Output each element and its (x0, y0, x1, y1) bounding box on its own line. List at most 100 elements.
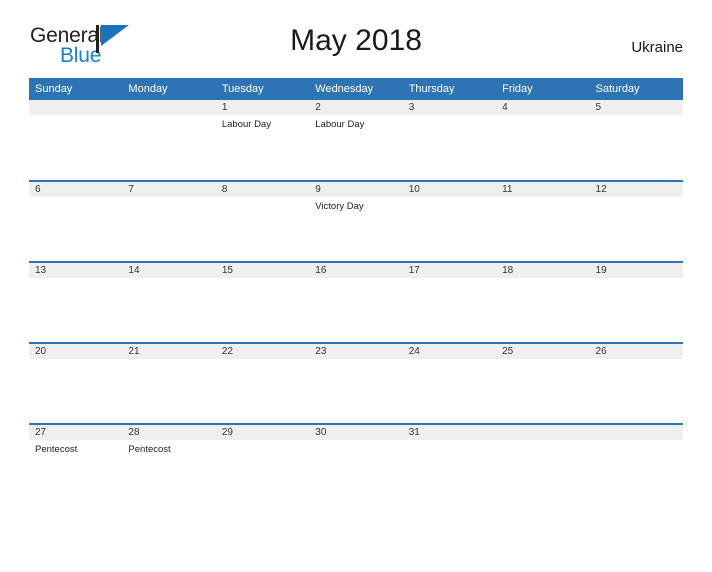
day-number: 26 (589, 344, 683, 359)
calendar-day-cell[interactable]: 14 (122, 261, 216, 343)
weekday-header-wednesday: Wednesday (309, 78, 403, 100)
day-events: Labour Day (309, 115, 402, 131)
day-events (590, 440, 683, 443)
weekday-header-sunday: Sunday (29, 78, 123, 100)
calendar-day-cell[interactable]: 17 (402, 261, 497, 343)
weekday-header-monday: Monday (122, 78, 216, 100)
day-events (403, 440, 496, 443)
day-events (403, 359, 496, 362)
day-number (589, 425, 683, 440)
day-events (122, 278, 215, 281)
day-number: 5 (589, 100, 683, 115)
calendar-day-cell[interactable]: 29 (215, 423, 310, 505)
day-number: 4 (496, 100, 590, 115)
calendar-day-cell[interactable]: 31 (402, 423, 497, 505)
day-number: 11 (496, 182, 590, 197)
day-number: 8 (215, 182, 310, 197)
holiday-label: Victory Day (315, 201, 364, 212)
day-number: 15 (215, 263, 310, 278)
day-events (29, 278, 122, 281)
day-events (590, 278, 683, 281)
calendar-day-cell[interactable]: 26 (589, 342, 683, 424)
calendar-day-cell[interactable]: 13 (29, 261, 123, 343)
day-number: 29 (215, 425, 310, 440)
calendar-day-cell[interactable] (122, 100, 216, 181)
calendar-day-cell[interactable]: 23 (309, 342, 403, 424)
day-number: 9 (309, 182, 403, 197)
weekday-header-saturday: Saturday (589, 78, 683, 100)
calendar-day-cell[interactable]: 18 (496, 261, 590, 343)
calendar-day-cell[interactable]: 27 Pentecost (29, 423, 123, 505)
day-events (29, 197, 122, 200)
day-events (309, 278, 402, 281)
calendar-header-row: Sunday Monday Tuesday Wednesday Thursday… (29, 78, 683, 100)
calendar-day-cell[interactable] (496, 423, 590, 505)
page-header: General Blue May 2018 Ukraine (29, 22, 683, 74)
calendar-day-cell[interactable]: 21 (122, 342, 216, 424)
calendar-day-cell[interactable]: 24 (402, 342, 497, 424)
day-events (122, 197, 215, 200)
holiday-label: Labour Day (221, 119, 271, 130)
holiday-label: Pentecost (35, 444, 78, 455)
calendar-week-row: 6 7 8 9 Victory Day 10 11 12 (29, 180, 683, 262)
day-events (496, 440, 589, 443)
holiday-label: Labour Day (315, 119, 365, 130)
day-number: 31 (402, 425, 497, 440)
day-number: 7 (122, 182, 216, 197)
day-number: 25 (496, 344, 590, 359)
day-number: 3 (402, 100, 497, 115)
calendar-day-cell[interactable]: 3 (402, 100, 497, 181)
calendar-day-cell[interactable]: 5 (589, 100, 683, 181)
day-events (590, 359, 683, 362)
day-number: 18 (496, 263, 590, 278)
calendar-day-cell[interactable]: 6 (29, 180, 123, 262)
day-events (496, 278, 589, 281)
calendar-day-cell[interactable]: 25 (496, 342, 590, 424)
calendar-day-cell[interactable] (589, 423, 683, 505)
weekday-header-row: Sunday Monday Tuesday Wednesday Thursday… (29, 78, 683, 100)
day-number: 1 (215, 100, 310, 115)
day-number: 24 (402, 344, 497, 359)
country-label: Ukraine (631, 39, 683, 56)
calendar-day-cell[interactable]: 28 Pentecost (122, 423, 216, 505)
calendar-day-cell[interactable]: 4 (496, 100, 590, 181)
calendar-day-cell[interactable]: 1 Labour Day (215, 100, 310, 181)
day-events: Victory Day (309, 197, 402, 213)
calendar-day-cell[interactable]: 10 (402, 180, 497, 262)
day-events (403, 197, 496, 200)
calendar-day-cell[interactable]: 12 (589, 180, 683, 262)
calendar-week-row: 20 21 22 23 24 25 26 (29, 342, 683, 424)
weekday-header-thursday: Thursday (402, 78, 497, 100)
calendar-day-cell[interactable]: 8 (215, 180, 310, 262)
calendar-day-cell[interactable] (29, 100, 123, 181)
day-events (122, 115, 215, 118)
day-events (590, 197, 683, 200)
calendar-day-cell[interactable]: 11 (496, 180, 590, 262)
day-events (29, 115, 122, 118)
calendar-page: General Blue May 2018 Ukraine Sunday Mon… (0, 22, 712, 572)
calendar-day-cell[interactable]: 30 (309, 423, 403, 505)
calendar-day-cell[interactable]: 9 Victory Day (309, 180, 403, 262)
day-events (403, 115, 496, 118)
day-number: 10 (402, 182, 497, 197)
page-title: May 2018 (290, 24, 422, 57)
calendar-day-cell[interactable]: 20 (29, 342, 123, 424)
weekday-header-tuesday: Tuesday (215, 78, 310, 100)
day-events: Labour Day (216, 115, 309, 131)
day-events (29, 359, 122, 362)
calendar-body: 1 Labour Day 2 Labour Day 3 4 5 6 7 8 9 Victory Day… (29, 100, 683, 505)
day-number: 19 (589, 263, 683, 278)
calendar-day-cell[interactable]: 22 (215, 342, 310, 424)
calendar-day-cell[interactable]: 2 Labour Day (309, 100, 403, 181)
day-number: 13 (29, 263, 123, 278)
day-number: 27 (29, 425, 123, 440)
calendar-day-cell[interactable]: 16 (309, 261, 403, 343)
calendar-day-cell[interactable]: 15 (215, 261, 310, 343)
calendar-day-cell[interactable]: 19 (589, 261, 683, 343)
day-number: 23 (309, 344, 403, 359)
calendar-week-row: 27 Pentecost 28 Pentecost 29 30 31 (29, 423, 683, 505)
day-number: 28 (122, 425, 216, 440)
day-events (496, 197, 589, 200)
calendar-day-cell[interactable]: 7 (122, 180, 216, 262)
day-events (590, 115, 683, 118)
